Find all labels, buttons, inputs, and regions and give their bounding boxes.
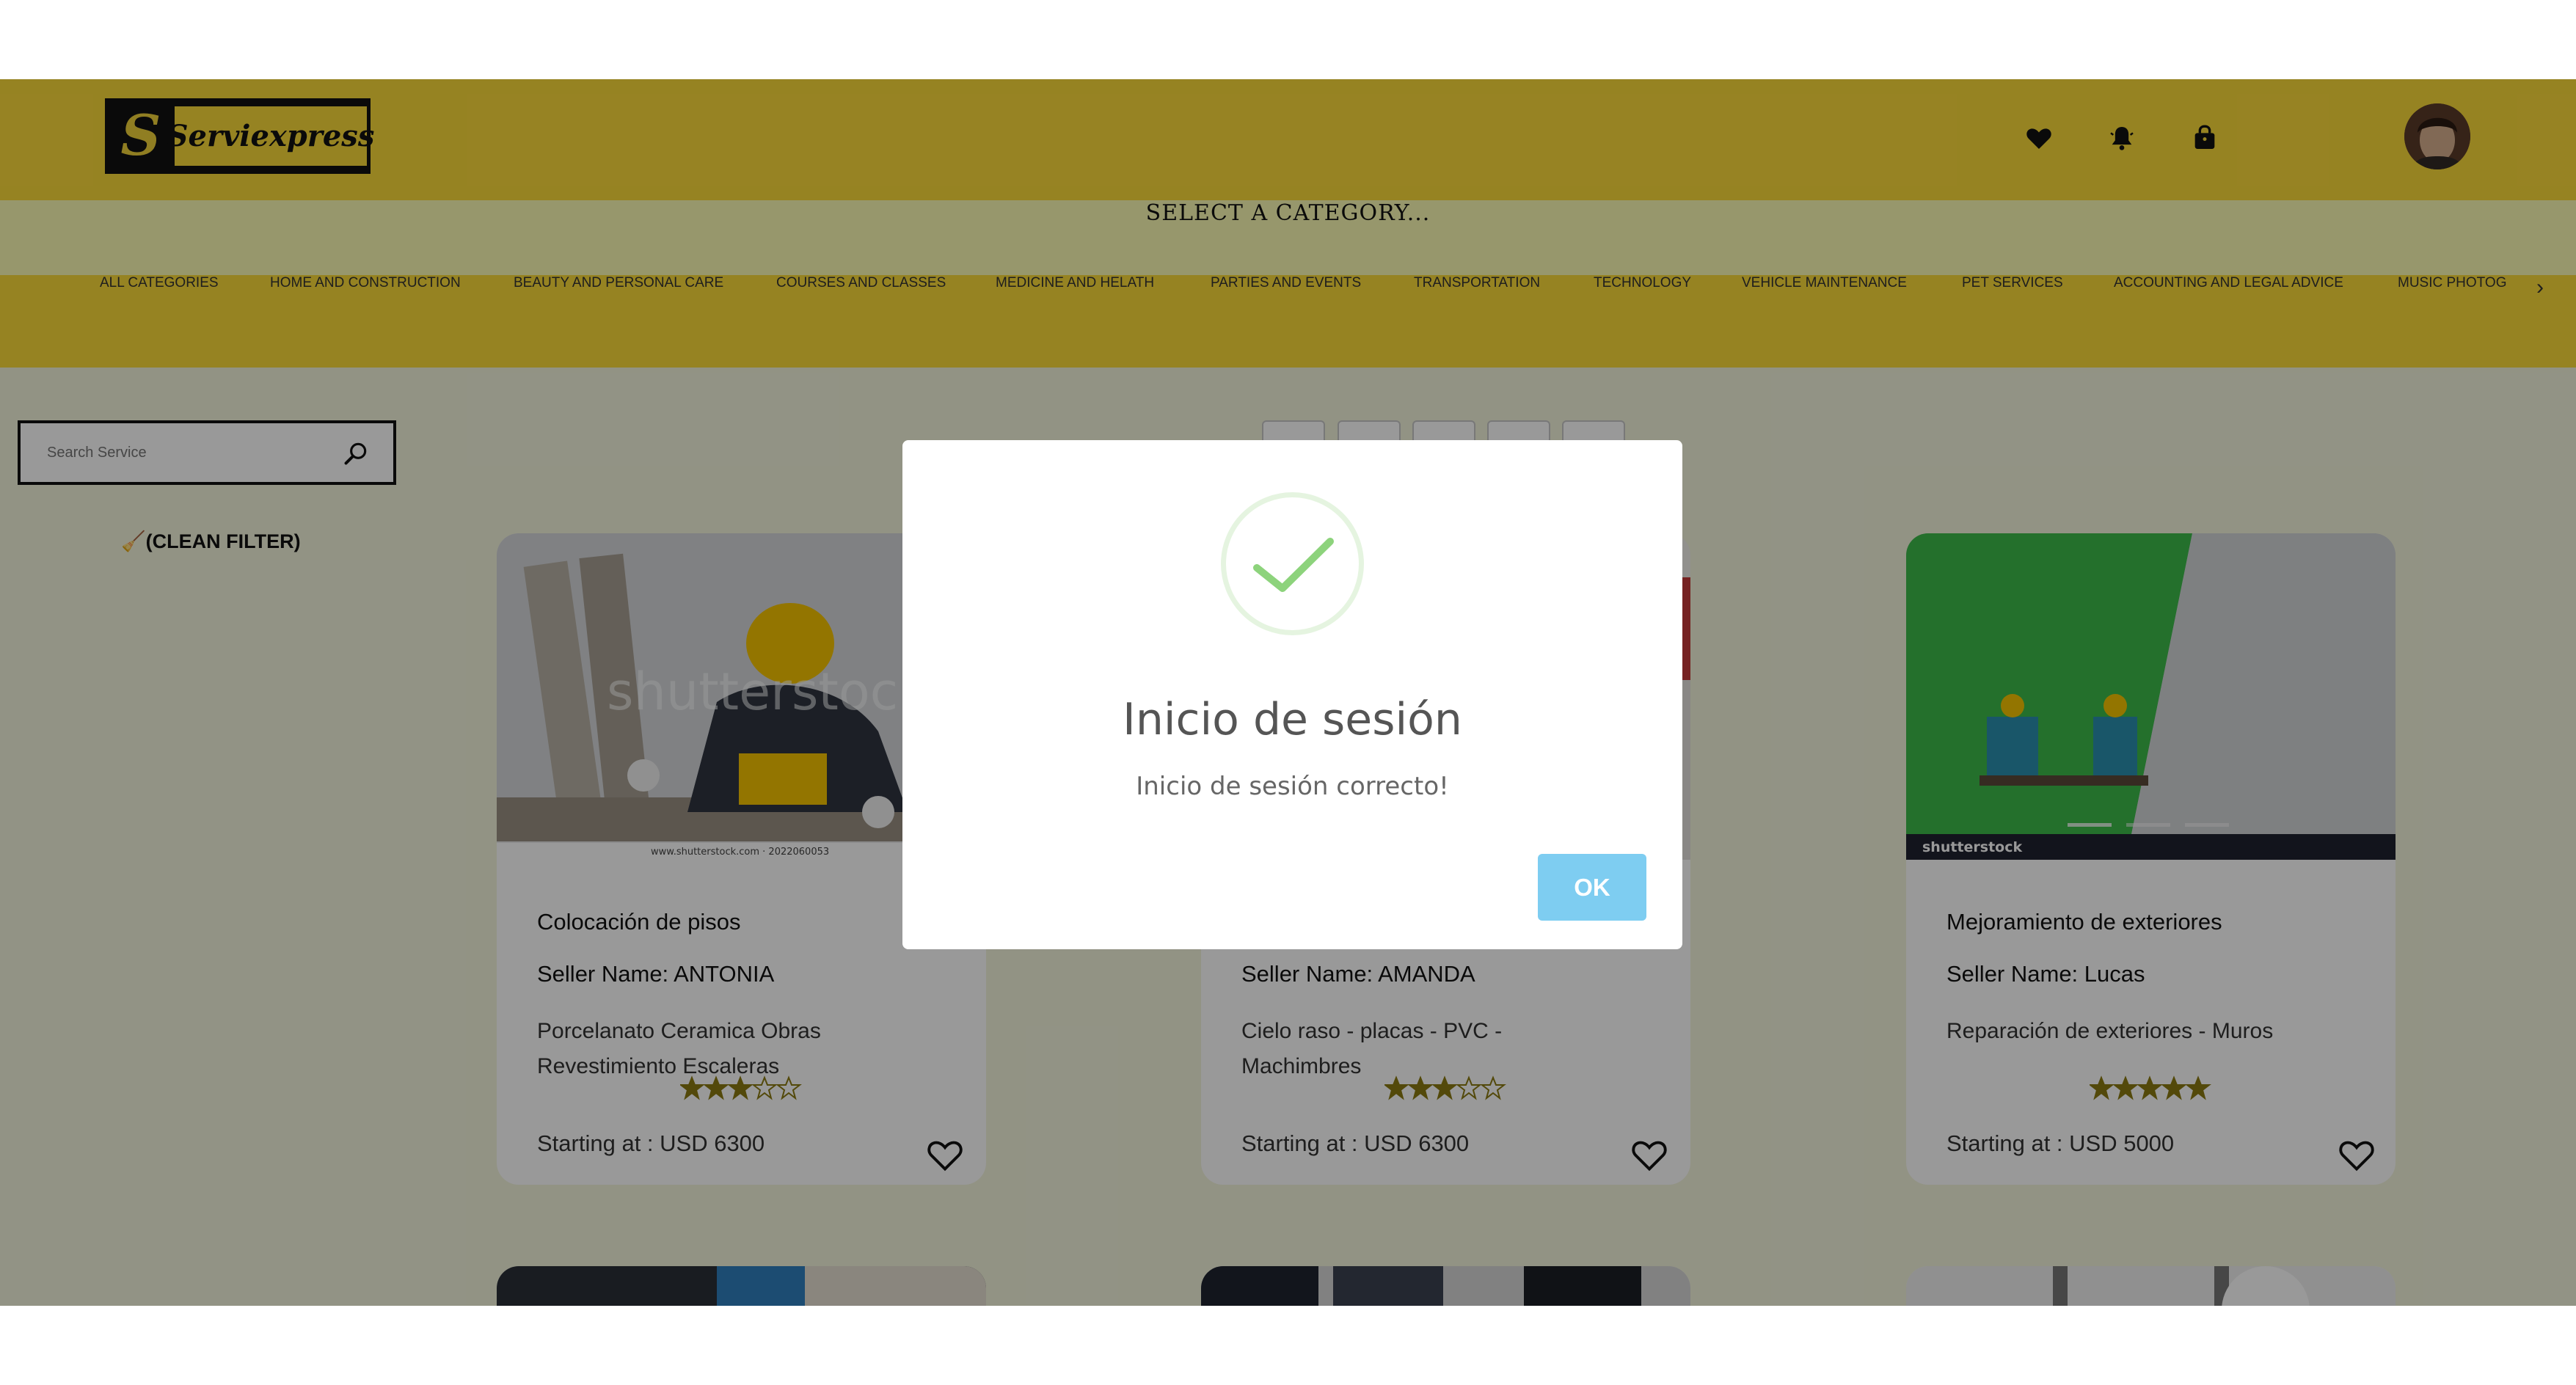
ok-button[interactable]: OK [1538, 854, 1646, 921]
login-success-dialog: Inicio de sesión Inicio de sesión correc… [902, 440, 1682, 949]
dialog-message: Inicio de sesión correcto! [1136, 772, 1449, 801]
app-window: S Serviexpress SELECT A CATEGORY... ALL … [0, 79, 2576, 1306]
dialog-title: Inicio de sesión [1123, 694, 1462, 745]
success-check-icon [1221, 492, 1364, 635]
